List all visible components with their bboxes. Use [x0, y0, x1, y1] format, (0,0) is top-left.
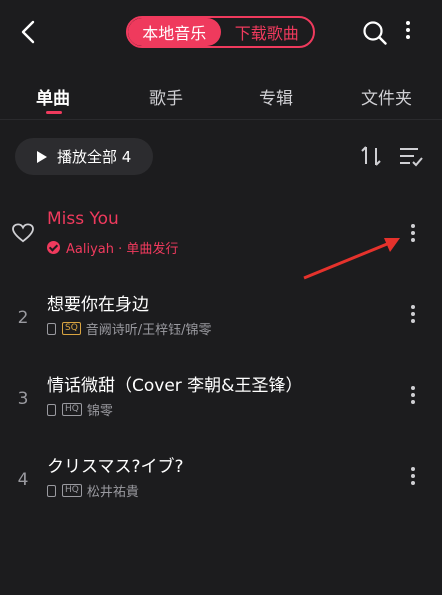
- song-more-button[interactable]: [405, 464, 421, 492]
- divider: [0, 119, 442, 120]
- annotation-arrow-icon: [303, 238, 400, 280]
- song-subtitle: 音阙诗听/王梓钰/锦零: [85, 323, 212, 338]
- song-subtitle-row: SQ 音阙诗听/王梓钰/锦零: [47, 319, 212, 338]
- active-tab-indicator: [46, 111, 62, 114]
- tab-songs[interactable]: 单曲: [36, 84, 70, 109]
- sort-icon[interactable]: [359, 144, 383, 168]
- song-title: クリスマス?イブ?: [47, 457, 184, 477]
- multi-select-icon[interactable]: [398, 144, 424, 168]
- back-arrow-icon[interactable]: [14, 17, 44, 47]
- segment-local-music[interactable]: 本地音乐: [128, 18, 221, 46]
- play-all-label: 播放全部 4: [57, 148, 132, 166]
- quality-badge: HQ: [62, 403, 82, 416]
- song-more-button[interactable]: [405, 302, 421, 330]
- song-row[interactable]: 2 想要你在身边 SQ 音阙诗听/王梓钰/锦零: [0, 280, 442, 360]
- tab-folders[interactable]: 文件夹: [361, 84, 412, 109]
- tab-artists[interactable]: 歌手: [149, 84, 183, 109]
- song-subtitle-row: HQ 松井祐貴: [47, 481, 139, 500]
- song-row[interactable]: 3 情话微甜（Cover 李朝&王圣锋） HQ 锦零: [0, 361, 442, 441]
- top-bar: 本地音乐 下载歌曲: [0, 0, 442, 66]
- phone-icon: [47, 403, 56, 416]
- song-title: Miss You: [47, 209, 119, 229]
- song-index: 2: [17, 308, 29, 328]
- song-title: 情话微甜（Cover 李朝&王圣锋）: [47, 376, 303, 396]
- song-subtitle-row: HQ 锦零: [47, 400, 113, 419]
- song-title: 想要你在身边: [47, 295, 149, 315]
- heart-icon[interactable]: [12, 223, 34, 243]
- source-segmented-control: 本地音乐 下载歌曲: [126, 16, 315, 48]
- song-subtitle-row: Aaliyah · 单曲发行: [47, 238, 178, 257]
- search-icon[interactable]: [362, 20, 388, 46]
- quality-badge: SQ: [62, 322, 81, 335]
- more-vertical-icon[interactable]: [400, 18, 416, 46]
- verified-icon: [47, 241, 60, 254]
- song-more-button[interactable]: [405, 383, 421, 411]
- category-tabs: 单曲 歌手 专辑 文件夹: [0, 78, 442, 118]
- phone-icon: [47, 484, 56, 497]
- play-all-button[interactable]: 播放全部 4: [15, 138, 153, 175]
- song-subtitle: 松井祐貴: [86, 485, 139, 500]
- song-subtitle: Aaliyah · 单曲发行: [66, 242, 179, 257]
- tab-albums[interactable]: 专辑: [259, 84, 293, 109]
- song-subtitle: 锦零: [86, 404, 113, 419]
- play-icon: [37, 150, 47, 163]
- song-row[interactable]: 4 クリスマス?イブ? HQ 松井祐貴: [0, 442, 442, 522]
- segment-downloaded-songs[interactable]: 下载歌曲: [221, 18, 314, 46]
- quality-badge: HQ: [62, 484, 82, 497]
- song-index: 3: [17, 389, 29, 409]
- song-index: 4: [17, 470, 29, 490]
- phone-icon: [47, 322, 56, 335]
